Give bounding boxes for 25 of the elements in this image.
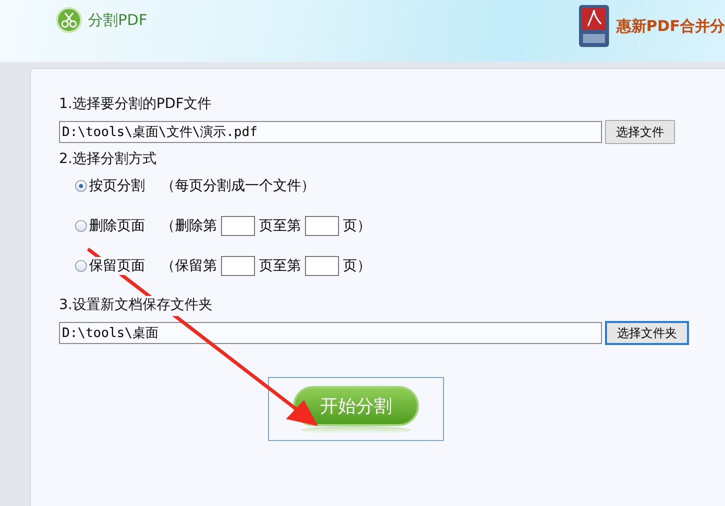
- radio-button[interactable]: [75, 260, 87, 272]
- scissors-logo-icon: [56, 7, 82, 33]
- folder-path-field[interactable]: D:\tools\桌面: [59, 322, 602, 344]
- file-path-field[interactable]: D:\tools\桌面\文件\演示.pdf: [59, 121, 602, 143]
- choose-folder-button[interactable]: 选择文件夹: [605, 321, 689, 345]
- option-note: （每页分割成一个文件）: [161, 177, 315, 195]
- app-title: 分割PDF: [88, 10, 148, 30]
- radio-button[interactable]: [75, 220, 87, 232]
- radio-button[interactable]: [75, 180, 87, 192]
- page-input-field[interactable]: [305, 216, 339, 236]
- range-text: （保留第: [161, 257, 217, 275]
- range-text: 页）: [343, 217, 371, 235]
- page-input-field[interactable]: [221, 216, 255, 236]
- choose-file-button[interactable]: 选择文件: [605, 120, 675, 144]
- range-text: 页）: [343, 257, 371, 275]
- product-name: 惠新PDF合并分: [616, 16, 725, 36]
- step-label: 2.选择分割方式: [59, 150, 158, 169]
- pdf-file-icon: [578, 4, 610, 48]
- range-text: 页至第: [259, 217, 301, 235]
- range-text: （删除第: [161, 217, 217, 235]
- step-label: 1.选择要分割的PDF文件: [59, 95, 213, 114]
- range-text: 页至第: [259, 257, 301, 275]
- page-input-field[interactable]: [221, 256, 255, 276]
- step-label: 3.设置新文档保存文件夹: [59, 296, 212, 316]
- page-input-field[interactable]: [305, 256, 339, 276]
